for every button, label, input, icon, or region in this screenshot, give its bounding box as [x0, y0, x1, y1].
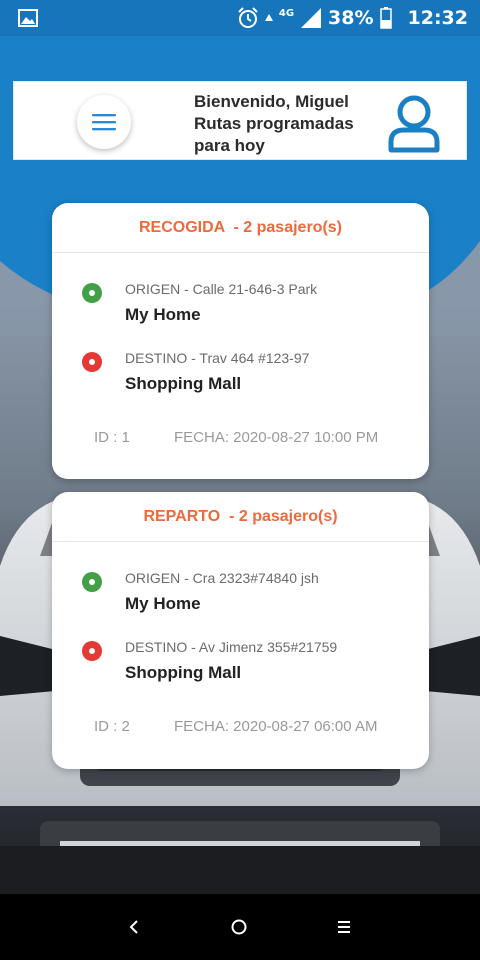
- upload-arrow-icon: [264, 14, 273, 21]
- route-date: FECHA: 2020-08-27 10:00 PM: [174, 429, 379, 446]
- alarm-icon: [238, 7, 258, 28]
- destination-place: Shopping Mall: [125, 663, 242, 682]
- signal-icon: [301, 8, 322, 28]
- route-id: ID : 2: [94, 718, 130, 735]
- status-bar: 4G 38% 12:32: [0, 0, 480, 36]
- recents-button[interactable]: [329, 912, 359, 942]
- user-icon[interactable]: [386, 94, 442, 154]
- route-date: FECHA: 2020-08-27 06:00 AM: [174, 718, 378, 735]
- network-type: 4G: [278, 7, 295, 19]
- route-title-text: RECOGIDA - 2 pasajero(s): [138, 218, 342, 236]
- route-card-title: REPARTO - 2 pasajero(s): [52, 492, 429, 542]
- recents-icon: [338, 921, 350, 933]
- origin-place: My Home: [125, 305, 201, 324]
- back-button[interactable]: [119, 912, 149, 942]
- route-title-text: REPARTO - 2 pasajero(s): [143, 507, 338, 525]
- destination-place: Shopping Mall: [125, 374, 242, 393]
- origin-place: My Home: [125, 594, 201, 613]
- hamburger-icon: [92, 114, 116, 131]
- back-icon: [129, 920, 138, 934]
- welcome-text: Bienvenido, Miguel Rutas programadas par…: [194, 91, 374, 157]
- subtitle-line-2: para hoy: [194, 136, 265, 155]
- origin-label: ORIGEN - Cra 2323#74840 jsh: [125, 570, 319, 586]
- origin-marker-icon: [82, 572, 102, 592]
- route-card[interactable]: REPARTO - 2 pasajero(s) ORIGEN - Cra 232…: [52, 492, 429, 769]
- menu-button[interactable]: [77, 95, 131, 149]
- navigation-bar: [0, 894, 480, 960]
- destination-marker-icon: [82, 641, 102, 661]
- home-button[interactable]: [224, 912, 254, 942]
- battery-icon: [379, 7, 392, 29]
- route-card-title: RECOGIDA - 2 pasajero(s): [52, 203, 429, 253]
- home-icon: [231, 919, 247, 935]
- origin-marker-icon: [82, 283, 102, 303]
- clock: 12:32: [407, 7, 468, 29]
- header-panel: Bienvenido, Miguel Rutas programadas par…: [13, 81, 467, 160]
- origin-label: ORIGEN - Calle 21-646-3 Park: [125, 281, 318, 297]
- destination-label: DESTINO - Trav 464 #123-97: [125, 350, 310, 366]
- image-icon: [18, 9, 38, 27]
- destination-marker-icon: [82, 352, 102, 372]
- route-card[interactable]: RECOGIDA - 2 pasajero(s) ORIGEN - Calle …: [52, 203, 429, 479]
- battery-percent: 38%: [328, 7, 374, 29]
- greeting: Bienvenido, Miguel: [194, 92, 349, 111]
- route-id: ID : 1: [94, 429, 130, 446]
- subtitle-line-1: Rutas programadas: [194, 114, 354, 133]
- destination-label: DESTINO - Av Jimenz 355#21759: [125, 639, 338, 655]
